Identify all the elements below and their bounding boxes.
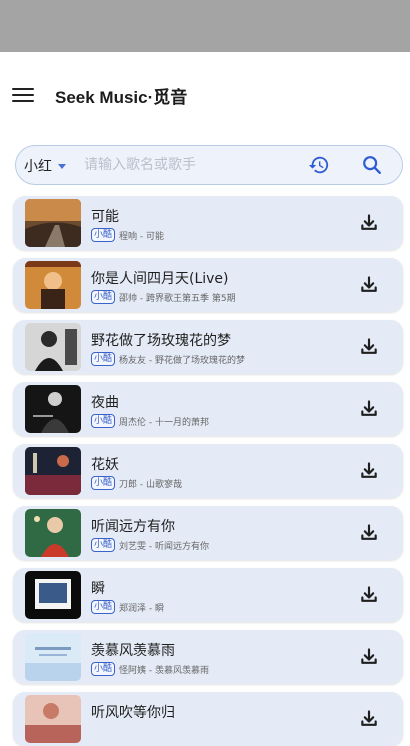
source-badge: 小酷 [91,538,116,552]
history-icon[interactable] [308,154,330,176]
song-title: 花妖 [91,457,119,473]
song-meta: 小酷 郑润泽 - 瞬 [91,600,164,614]
app-title: Seek Music·觅音 [55,88,188,107]
song-item[interactable]: 你是人间四月天(Live) 小酷 邵帅 - 跨界歌王第五季 第5期 [13,258,403,312]
song-item[interactable]: 夜曲 小酷 周杰伦 - 十一月的萧邦 [13,382,403,436]
song-meta: 小酷 邵帅 - 跨界歌王第五季 第5期 [91,290,236,304]
source-badge: 小酷 [91,600,116,614]
download-icon[interactable] [359,461,379,481]
download-icon[interactable] [359,647,379,667]
song-title: 听闻远方有你 [91,519,175,535]
search-icon[interactable] [361,154,383,176]
search-bar: 小红 [15,145,403,185]
album-cover [25,385,81,433]
song-item[interactable]: 听风吹等你归 [13,692,403,746]
song-meta: 小酷 杨友友 - 野花做了场玫瑰花的梦 [91,352,245,366]
source-badge: 小酷 [91,352,116,366]
album-cover [25,509,81,557]
album-cover [25,695,81,743]
song-title: 夜曲 [91,395,119,411]
status-bar [0,0,410,52]
song-title: 可能 [91,209,119,225]
artist-album: 邵帅 - 跨界歌王第五季 第5期 [119,293,236,304]
song-title: 野花做了场玫瑰花的梦 [91,333,231,349]
artist-album: 刘艺雯 - 听闻远方有你 [119,541,209,552]
artist-album: 周杰伦 - 十一月的萧邦 [119,417,209,428]
song-item[interactable]: 羡慕风羡慕雨 小酷 怪阿姨 - 羡慕风羡慕雨 [13,630,403,684]
search-input[interactable] [84,154,284,176]
song-title: 瞬 [91,581,105,597]
artist-album: 程响 - 可能 [119,231,164,242]
source-badge: 小酷 [91,414,116,428]
menu-icon[interactable] [12,86,36,104]
download-icon[interactable] [359,523,379,543]
source-label: 小红 [24,159,52,175]
song-meta: 小酷 程响 - 可能 [91,228,164,242]
source-badge: 小酷 [91,662,116,676]
artist-album: 杨友友 - 野花做了场玫瑰花的梦 [119,355,245,366]
song-meta: 小酷 周杰伦 - 十一月的萧邦 [91,414,209,428]
download-icon[interactable] [359,585,379,605]
song-title: 羡慕风羡慕雨 [91,643,175,659]
app-bar: Seek Music·觅音 [0,52,410,140]
song-meta: 小酷 怪阿姨 - 羡慕风羡慕雨 [91,662,209,676]
song-title: 听风吹等你归 [91,705,175,721]
download-icon[interactable] [359,399,379,419]
song-item[interactable]: 瞬 小酷 郑润泽 - 瞬 [13,568,403,622]
source-badge: 小酷 [91,228,116,242]
song-item[interactable]: 野花做了场玫瑰花的梦 小酷 杨友友 - 野花做了场玫瑰花的梦 [13,320,403,374]
source-badge: 小酷 [91,476,116,490]
album-cover [25,447,81,495]
download-icon[interactable] [359,337,379,357]
download-icon[interactable] [359,709,379,729]
artist-album: 刀郎 - 山歌寥哉 [119,479,182,490]
song-title: 你是人间四月天(Live) [91,271,229,287]
album-cover [25,323,81,371]
song-item[interactable]: 听闻远方有你 小酷 刘艺雯 - 听闻远方有你 [13,506,403,560]
caret-down-icon [58,163,66,169]
song-item[interactable]: 花妖 小酷 刀郎 - 山歌寥哉 [13,444,403,498]
song-meta: 小酷 刀郎 - 山歌寥哉 [91,476,182,490]
artist-album: 郑润泽 - 瞬 [119,603,164,614]
download-icon[interactable] [359,213,379,233]
artist-album: 怪阿姨 - 羡慕风羡慕雨 [119,665,209,676]
song-list: 可能 小酷 程响 - 可能 你是人间四月天(Live) 小酷 邵帅 - 跨界歌王… [0,190,410,746]
source-dropdown[interactable]: 小红 [24,155,66,177]
album-cover [25,633,81,681]
source-badge: 小酷 [91,290,116,304]
song-meta: 小酷 刘艺雯 - 听闻远方有你 [91,538,209,552]
album-cover [25,261,81,309]
song-item[interactable]: 可能 小酷 程响 - 可能 [13,196,403,250]
download-icon[interactable] [359,275,379,295]
album-cover [25,199,81,247]
album-cover [25,571,81,619]
